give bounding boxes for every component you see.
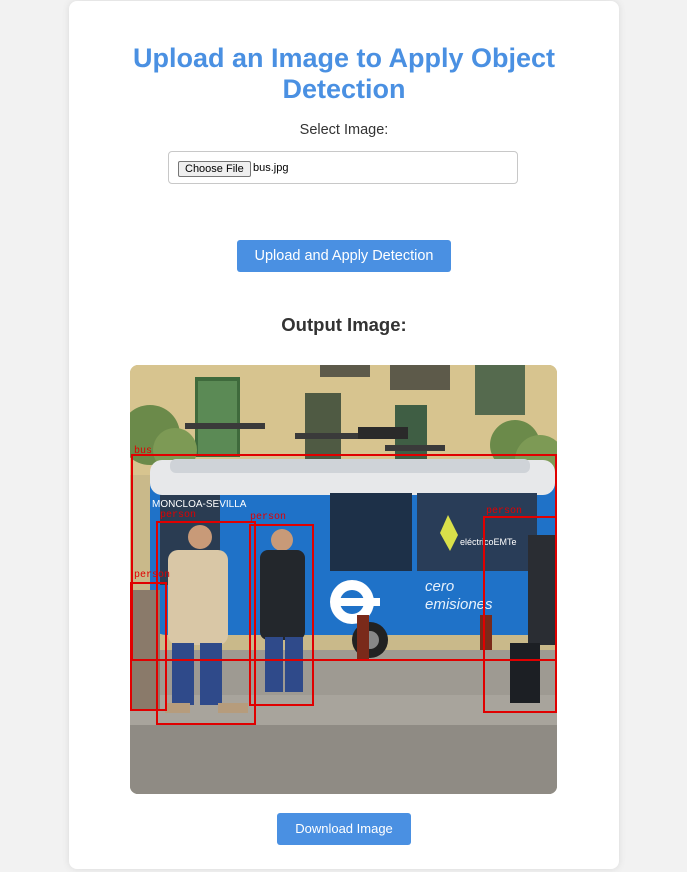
detection-label-bus: bus [134, 445, 152, 457]
selected-file-name: bus.jpg [253, 162, 289, 174]
upload-and-detect-button[interactable]: Upload and Apply Detection [237, 240, 451, 272]
page-title: Upload an Image to Apply Object Detectio… [132, 43, 556, 104]
download-image-button[interactable]: Download Image [277, 813, 411, 845]
detection-label-person-1: person [160, 510, 196, 521]
upload-card: Upload an Image to Apply Object Detectio… [69, 1, 619, 869]
output-image: eléctricoEMTe MONCLOA-SEVILLA cero emisi… [130, 365, 557, 794]
file-input[interactable]: Choose File bus.jpg [168, 151, 518, 184]
select-image-label: Select Image: [299, 122, 389, 138]
bus-destination-text: MONCLOA-SEVILLA [152, 499, 247, 510]
output-image-heading: Output Image: [281, 314, 407, 335]
detection-image-illustration: eléctricoEMTe MONCLOA-SEVILLA cero emisi… [130, 365, 557, 794]
bus-brand-text: eléctricoEMTe [460, 537, 517, 547]
detection-label-person-4: person [486, 506, 522, 517]
detection-label-person-2: person [250, 512, 286, 523]
detection-label-person-3: person [134, 570, 170, 581]
bus-side-text-2: emisiones [425, 596, 493, 613]
bus-side-text-1: cero [425, 578, 454, 595]
choose-file-button[interactable]: Choose File [178, 161, 251, 177]
